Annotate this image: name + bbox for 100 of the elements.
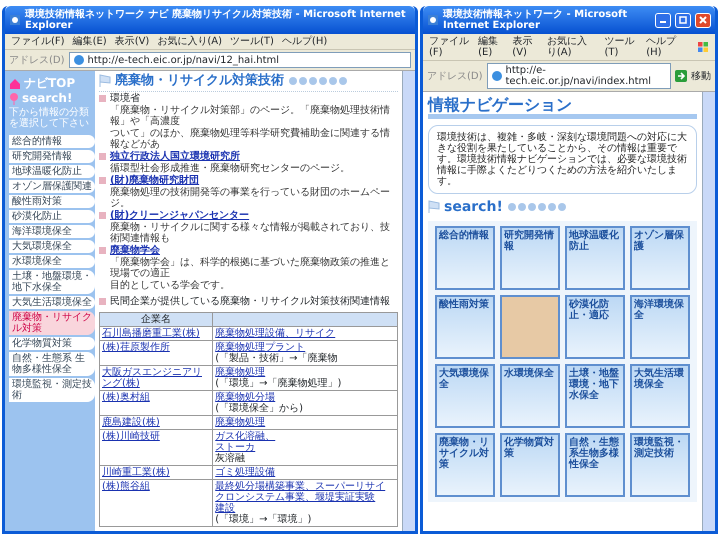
category-tile[interactable]: 酸性雨対策 <box>435 294 495 359</box>
sidebar-item[interactable]: 化学物質対策 <box>9 337 95 350</box>
intro-text: 環境技術は、複雑・多岐・深刻な環境問題への対応に大きな役割を果たしていることから、その情報は重要です。環境技術情報ナビゲーションでは、必要な環境技術情報に手際よくたどりつくための方法を紹介いたします。 <box>428 124 697 194</box>
sidebar-item[interactable]: 砂漠化防止 <box>9 210 95 224</box>
entry-description: 循環型社会形成推進・廃棄物研究センターのページ。 <box>109 163 351 174</box>
entry-link[interactable]: 独立行政法人国立環境研究所 <box>110 151 240 162</box>
arrow-icon <box>675 70 687 82</box>
sidebar-item[interactable]: 大気環境保全 <box>9 240 95 254</box>
house-icon <box>9 78 21 90</box>
bullet-icon <box>99 298 106 306</box>
sidebar-item[interactable]: 廃棄物・リサイクル対策 <box>9 311 95 336</box>
address-field[interactable]: http://e-tech.eic.or.jp/navi/index.html <box>486 63 671 89</box>
menu-item[interactable]: ヘルプ(H) <box>282 36 328 47</box>
menu-item[interactable]: 編集(E) <box>72 36 107 47</box>
entry-description: ついて」のほか、廃棄物処理等科学研究費補助金に関連する情報などがあ <box>109 128 391 150</box>
entry-description: 「廃棄物・リサイクル対策部」のページ。「廃棄物処理技術情報」や「高濃度 <box>109 105 391 128</box>
entry-description: 廃棄物・リサイクルに関する様々な情報が掲載されており、技術関連情報も <box>109 222 391 244</box>
sidebar-item[interactable]: 総合的情報 <box>9 135 95 148</box>
menu-item[interactable]: ファイル(F) <box>11 36 65 47</box>
sidebar-item[interactable]: オゾン層保護関連 <box>9 180 95 194</box>
entry-link[interactable]: 廃棄物学会 <box>110 245 160 256</box>
bullet-icon <box>99 177 106 184</box>
scrollbar[interactable] <box>402 71 415 531</box>
menu-item[interactable]: ツール(T) <box>604 36 638 58</box>
flag-icon <box>99 74 111 88</box>
maximize-icon <box>679 16 687 24</box>
category-tile[interactable]: オゾン層保護 <box>630 226 690 290</box>
address-label: アドレス(D) <box>9 54 65 66</box>
table-link[interactable]: ストーカ <box>215 442 395 454</box>
minimize-button[interactable] <box>655 12 671 28</box>
category-tile[interactable]: 廃棄物・リサイクル対策 <box>435 432 495 497</box>
flag-icon <box>428 200 440 214</box>
entry-description: 廃棄物処理の技術開発等の事業を行っている財団のホームページ。 <box>109 187 391 210</box>
pin-icon <box>9 92 19 105</box>
sidebar-hint: 下から情報の分類を選択して下さい <box>9 107 90 130</box>
bullet-icon <box>99 95 106 102</box>
flag-logo-icon <box>697 41 709 53</box>
dots-decoration-icon <box>506 202 567 212</box>
sidebar-item[interactable]: 地球温暖化防止 <box>9 165 95 178</box>
table-link[interactable]: 廃棄物処分場 <box>215 392 395 404</box>
table-cell-text: (「環境」→「環境」) <box>215 514 312 526</box>
address-field[interactable]: http://e-tech.eic.or.jp/navi/12_hai.html <box>68 52 411 68</box>
entry-link[interactable]: (財)クリーンジャパンセンター <box>110 210 250 222</box>
sidebar-item[interactable]: 大気生活環境保全 <box>9 296 95 310</box>
section-title: 民間企業が提供している廃棄物・リサイクル対策技術関連情報 <box>110 296 390 308</box>
dots-decoration-icon <box>288 76 348 86</box>
table-link[interactable]: 廃棄物処理 <box>215 367 395 378</box>
menu-item[interactable]: お気に入り(A) <box>546 36 597 58</box>
sidebar-item[interactable]: 酸性雨対策 <box>9 195 95 208</box>
sidebar-item[interactable]: 環境監視・測定技術 <box>9 378 95 402</box>
menu-item[interactable]: 編集(E) <box>478 36 504 58</box>
column-header: 企業名 <box>100 312 213 327</box>
category-tile[interactable]: 水環境保全 <box>500 364 560 428</box>
scrollbar[interactable] <box>702 92 715 531</box>
table-link[interactable]: ガス化溶融、 <box>215 431 395 442</box>
page-heading: 廃棄物・リサイクル対策技術 <box>115 74 284 88</box>
category-tile[interactable]: 化学物質対策 <box>500 432 560 497</box>
bullet-icon <box>99 212 106 220</box>
go-button[interactable]: 移動 <box>675 70 711 82</box>
sidebar-item[interactable]: 土壌・地盤環境・地下水保全 <box>9 270 95 294</box>
category-tile[interactable]: 研究開発情報 <box>500 226 560 290</box>
sidebar-item[interactable]: 海洋環境保全 <box>9 225 95 238</box>
menu-item[interactable]: ファイル(F) <box>429 36 470 58</box>
menu-item[interactable]: お気に入り(A) <box>157 36 222 47</box>
bullet-icon <box>99 153 106 160</box>
table-link[interactable]: 建設 <box>215 503 395 514</box>
category-tile[interactable]: 海洋環境保全 <box>630 294 690 359</box>
menu-item[interactable]: 表示(V) <box>512 36 539 58</box>
table-link[interactable]: 廃棄物処理プラント <box>215 342 395 354</box>
sidebar-item[interactable]: 研究開発情報 <box>9 150 95 164</box>
category-tile[interactable]: 砂漠化防止・適応 <box>565 294 625 359</box>
maximize-button[interactable] <box>675 12 691 28</box>
entry-description: 「廃棄物学会」は、科学的根拠に基づいた廃棄物政策の推進と現場での適正 <box>109 257 391 280</box>
address-label: アドレス(D) <box>427 70 483 82</box>
entry-title: 環境省 <box>110 93 140 104</box>
page-icon <box>427 14 439 26</box>
menu-item[interactable]: ツール(T) <box>230 36 274 47</box>
table-cell-text: (「環境」→「廃棄物処理」) <box>215 378 342 390</box>
category-tile[interactable]: 総合的情報 <box>435 226 495 290</box>
category-tile[interactable]: 土壌・地盤環境・地下水保全 <box>565 364 625 428</box>
sidebar-item[interactable]: 自然・生態系 生物多様性保全 <box>9 352 95 376</box>
entry-link[interactable]: (財)廃棄物研究財団 <box>110 175 200 186</box>
menu-item[interactable]: ヘルプ(H) <box>646 36 681 58</box>
bullet-icon <box>99 247 106 254</box>
category-tile[interactable]: 大気環境保全 <box>435 364 495 428</box>
close-button[interactable] <box>695 12 711 28</box>
page-heading: 情報ナビゲーション <box>428 96 697 119</box>
category-tile[interactable]: 自然・生態系生物多様性保全 <box>565 432 625 497</box>
window-title: 環境技術情報ネットワーク - Microsoft Internet Explorer <box>443 9 628 31</box>
table-cell-text: (「製品・技術」→「廃棄物 <box>215 353 339 364</box>
category-tile[interactable]: 環境監視・測定技術 <box>630 432 690 497</box>
entry-description: 目的としている学会です。 <box>109 280 231 292</box>
sidebar-item[interactable]: 水環境保全 <box>9 255 95 268</box>
photo-placeholder[interactable] <box>500 294 560 359</box>
close-icon <box>699 16 707 24</box>
category-tile[interactable]: 大気生活環境保全 <box>630 364 690 428</box>
category-tile[interactable]: 地球温暖化防止 <box>565 226 625 290</box>
page-icon <box>9 14 21 26</box>
menu-item[interactable]: 表示(V) <box>114 36 150 47</box>
table-link[interactable]: 最終処分場構築事業、スーパーリサイクロンシステム事業、堰堤実証実験 <box>215 481 395 504</box>
